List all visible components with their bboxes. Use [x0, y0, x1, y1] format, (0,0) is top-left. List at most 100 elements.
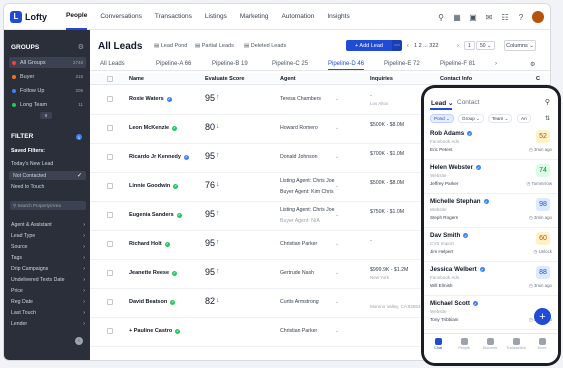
- lead-pond-button[interactable]: ▤ Lead Pond: [154, 43, 187, 49]
- filter-lead-type[interactable]: Lead Type ›: [11, 233, 85, 239]
- tab-pipeline-b[interactable]: Pipeline-B 19: [212, 61, 248, 67]
- tab-all-leads[interactable]: All Leads: [100, 61, 125, 67]
- nav-tab-automation[interactable]: Automation: [281, 4, 314, 30]
- tab-pipeline-a[interactable]: Pipeline-A 66: [156, 61, 191, 67]
- tab-pipeline-c[interactable]: Pipeline-C 25: [272, 61, 308, 67]
- filter-lender[interactable]: Lender ›: [11, 321, 85, 327]
- column-header-score[interactable]: Evaluate Score: [205, 76, 244, 82]
- sort-icon[interactable]: ⇅: [545, 115, 550, 122]
- chevron-down-icon[interactable]: ⌄: [335, 328, 339, 334]
- bottom-nav-discover[interactable]: Discover: [478, 338, 502, 350]
- lead-name-cell[interactable]: Richard Holt ✓: [129, 241, 170, 247]
- group-item-follow-up[interactable]: Follow Up 208: [9, 85, 86, 96]
- mobile-tab-lead[interactable]: Lead ⌄: [431, 99, 453, 107]
- chevron-down-icon[interactable]: ⌄: [335, 96, 339, 102]
- column-header-name[interactable]: Name: [129, 76, 144, 82]
- mobile-lead-item[interactable]: Jessica Welbert ✓ Facebook Ads Will Elmish 8…: [424, 262, 558, 296]
- gear-icon[interactable]: ⚙: [78, 43, 84, 51]
- filter-undelivered-texts-date[interactable]: Undelivered Texts Date ›: [11, 277, 85, 283]
- chevron-down-icon[interactable]: ⌄: [335, 154, 339, 160]
- mobile-lead-item[interactable]: Helen Webster ✓ Website Jeffrey Parker 74 ◷ T…: [424, 160, 558, 194]
- group-item-long-team[interactable]: Long Team 11: [9, 99, 86, 110]
- page-number-input[interactable]: 1: [464, 41, 475, 50]
- grid-icon[interactable]: ☷: [500, 12, 510, 22]
- pagination-next-icon[interactable]: ›: [457, 43, 459, 49]
- saved-filter-item-selected[interactable]: Not Contacted ✓: [9, 171, 86, 180]
- lead-name-cell[interactable]: David Beatson ✓: [129, 299, 176, 305]
- row-checkbox[interactable]: [107, 183, 113, 189]
- column-header-contact-info[interactable]: Contact Info: [440, 76, 472, 82]
- nav-tab-insights[interactable]: Insights: [327, 4, 349, 30]
- calendar-icon[interactable]: ▣: [468, 12, 478, 22]
- row-checkbox[interactable]: [107, 212, 113, 218]
- saved-filter-item[interactable]: Today's New Lead: [11, 161, 53, 167]
- agent-name[interactable]: Donald Johnson: [280, 154, 318, 160]
- filter-price[interactable]: Price ›: [11, 288, 85, 294]
- tab-pipeline-d[interactable]: Pipeline-D 46: [328, 61, 365, 70]
- row-checkbox[interactable]: [107, 241, 113, 247]
- filter-pill-team[interactable]: Team ⌄: [488, 114, 513, 123]
- property-search-input[interactable]: ⚲ Search Property/Area: [10, 201, 86, 210]
- search-icon[interactable]: ⚲: [436, 12, 446, 22]
- lead-name-cell[interactable]: Jeanette Reese ✓: [129, 270, 178, 276]
- avatar[interactable]: [532, 11, 544, 23]
- nav-tab-conversations[interactable]: Conversations: [100, 4, 142, 30]
- row-checkbox[interactable]: [107, 125, 113, 131]
- filter-drip-campaigns[interactable]: Drip Campaigns ›: [11, 266, 85, 272]
- columns-button[interactable]: Columns ⌄: [504, 40, 536, 51]
- tab-scroll-icon[interactable]: ›: [495, 61, 497, 67]
- group-item-buyer[interactable]: Buyer 318: [9, 71, 86, 82]
- row-checkbox[interactable]: [107, 96, 113, 102]
- nav-tab-listings[interactable]: Listings: [205, 4, 227, 30]
- nav-tab-people[interactable]: People: [66, 4, 88, 30]
- lead-name-cell[interactable]: Eugenia Sanders ✓: [129, 212, 182, 218]
- expand-groups-button[interactable]: ∨: [40, 112, 52, 119]
- tab-pipeline-f[interactable]: Pipeline-F 81: [440, 61, 475, 67]
- bottom-nav-more[interactable]: More: [530, 338, 554, 350]
- filter-tags[interactable]: Tags ›: [11, 255, 85, 261]
- nav-tab-transactions[interactable]: Transactions: [155, 4, 192, 30]
- mobile-tab-contact[interactable]: Contact: [457, 99, 479, 106]
- column-header-agent[interactable]: Agent: [280, 76, 296, 82]
- column-header-inquiries[interactable]: Inquiries: [370, 76, 393, 82]
- select-all-checkbox[interactable]: [107, 76, 113, 82]
- help-icon[interactable]: ?: [516, 12, 526, 22]
- bottom-nav-chat[interactable]: Chat: [426, 338, 450, 350]
- add-button[interactable]: +: [534, 308, 551, 325]
- tab-settings-icon[interactable]: ⚙: [530, 61, 535, 68]
- bottom-nav-transaction[interactable]: Transaction: [504, 338, 528, 350]
- lead-name-cell[interactable]: Ricardo Jr Kennedy ✓: [129, 154, 189, 160]
- pagination-pages[interactable]: 1 2 ... 322: [414, 43, 438, 49]
- partial-leads-button[interactable]: ▤ Partial Leads: [195, 43, 234, 49]
- lead-name-cell[interactable]: Leon McKenzie ✓: [129, 125, 178, 131]
- filter-last-touch[interactable]: Last Touch ›: [11, 310, 85, 316]
- lead-name-cell[interactable]: + Pauline Castro ✓: [129, 328, 181, 334]
- buyer-agent[interactable]: Buyer Agent: Kim Chris: [280, 189, 334, 195]
- filter-pill-more[interactable]: Ari: [517, 114, 531, 123]
- mobile-lead-item[interactable]: Dav Smith ✓ CVS Import Jim Helpert 60 ◷ Unloc…: [424, 228, 558, 262]
- group-item-all-groups[interactable]: All Groups 2748: [9, 57, 86, 68]
- per-page-select[interactable]: 50 ⌄: [476, 41, 496, 50]
- mobile-lead-item[interactable]: Rob Adams ✓ Facebook Ads Eric Peters 52 ◷ 3mi…: [424, 126, 558, 160]
- buyer-agent[interactable]: Buyer Agent: N/A: [280, 218, 320, 224]
- lead-name-cell[interactable]: Roxie Waters ✓: [129, 96, 172, 102]
- filter-reg-date[interactable]: Reg Date ›: [11, 299, 85, 305]
- filter-agent-assistant[interactable]: Agent & Assistant ›: [11, 222, 85, 228]
- chevron-down-icon[interactable]: ⌄: [335, 125, 339, 131]
- row-checkbox[interactable]: [107, 270, 113, 276]
- row-checkbox[interactable]: [107, 328, 113, 334]
- filter-source[interactable]: Source ›: [11, 244, 85, 250]
- agent-name[interactable]: Teresa Chambers: [280, 96, 321, 102]
- mobile-lead-item[interactable]: Michelle Stephan ✓ Website Steph Rogers 98 ◷ …: [424, 194, 558, 228]
- agent-name[interactable]: Christian Parker: [280, 328, 317, 334]
- saved-filter-item[interactable]: Need to Touch: [11, 184, 44, 190]
- bottom-nav-people[interactable]: People: [452, 338, 476, 350]
- pagination-prev-icon[interactable]: ‹: [407, 43, 409, 49]
- logo[interactable]: L Lofty: [10, 10, 66, 23]
- chevron-down-icon[interactable]: ⌄: [335, 270, 339, 276]
- deleted-leads-button[interactable]: ▤ Deleted Leads: [244, 43, 286, 49]
- agent-name[interactable]: Christian Parker: [280, 241, 317, 247]
- chevron-down-icon[interactable]: ⌄: [335, 212, 339, 218]
- filter-pill-pond[interactable]: Pond ⌄: [430, 114, 454, 123]
- column-header-more[interactable]: C: [536, 76, 540, 82]
